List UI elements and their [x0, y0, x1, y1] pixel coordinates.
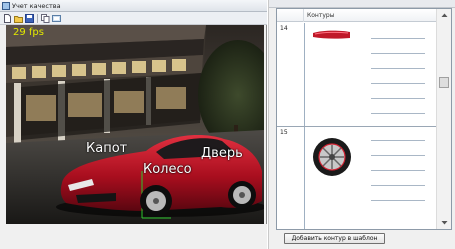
toolbar [0, 12, 267, 25]
row-number: 15 [280, 129, 288, 136]
video-viewport[interactable]: 29 fps Капот Дверь Колесо [6, 25, 264, 224]
scroll-up-arrow-icon[interactable] [440, 11, 449, 20]
list-header: Контуры [277, 9, 437, 22]
vertical-scrollbar[interactable] [436, 9, 451, 229]
pane-header-strip [269, 0, 455, 8]
detected-label-wheel: Колесо [143, 162, 192, 177]
title-bar: Учет качества [0, 0, 267, 12]
scroll-down-arrow-icon[interactable] [440, 218, 449, 227]
copy-icon[interactable] [41, 14, 50, 23]
contour-list[interactable]: Контуры 14 15 [276, 8, 452, 230]
status-bar [0, 224, 267, 249]
main-window: Учет качества 29 fps Капот Дверь Колесо [0, 0, 267, 249]
column-header-number[interactable] [277, 9, 304, 22]
wheel-contour-thumbnail [312, 132, 352, 182]
contour-cell [304, 127, 437, 229]
fps-counter: 29 fps [13, 27, 44, 38]
window-title: Учет качества [12, 2, 61, 10]
open-folder-icon[interactable] [14, 14, 23, 23]
new-file-icon[interactable] [3, 14, 12, 23]
templates-pane: Контуры 14 15 Добавить контур в шаблон [268, 0, 455, 249]
hood-contour-thumbnail [312, 28, 352, 42]
camera-image [6, 25, 264, 224]
detected-label-hood: Капот [86, 141, 128, 156]
detected-label-door: Дверь [201, 146, 243, 161]
contour-cell [304, 23, 437, 126]
settings-icon[interactable] [52, 14, 61, 23]
table-row[interactable]: 14 [277, 23, 437, 127]
row-number: 14 [280, 25, 288, 32]
add-contour-to-template-button[interactable]: Добавить контур в шаблон [284, 233, 385, 244]
toolbar-separator [37, 14, 38, 23]
scrollbar-thumb[interactable] [439, 77, 449, 88]
column-header-contours[interactable]: Контуры [304, 9, 437, 22]
save-icon[interactable] [25, 14, 34, 23]
app-icon [2, 2, 10, 10]
table-row[interactable]: 15 [277, 127, 437, 229]
